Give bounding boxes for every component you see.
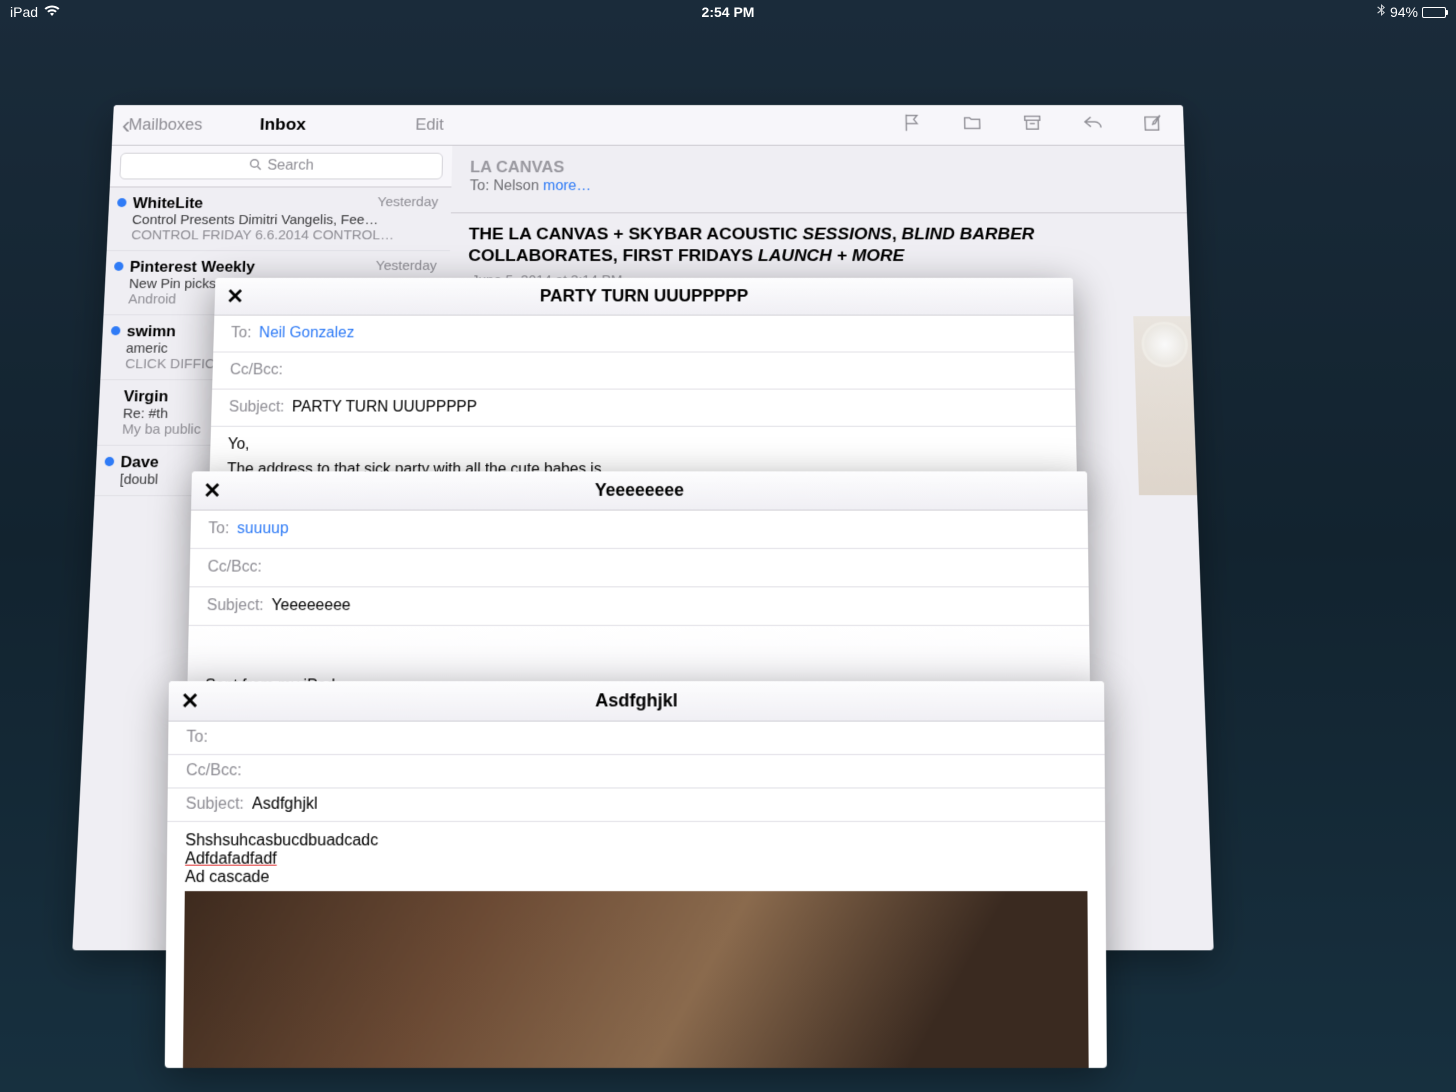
cc-label[interactable]: Cc/Bcc: <box>186 762 242 780</box>
edit-button[interactable]: Edit <box>415 116 444 135</box>
unread-dot-icon <box>117 198 127 207</box>
compose-draft-card[interactable]: ✕ Yeeeeeeee To: suuuup Cc/Bcc: Subject: Ye… <box>187 471 1090 683</box>
close-icon[interactable]: ✕ <box>226 284 244 308</box>
device-label: iPad <box>10 4 38 20</box>
list-item[interactable]: Yesterday WhiteLite Control Presents Dim… <box>107 187 452 251</box>
message-date: Yesterday <box>376 258 437 273</box>
cc-label[interactable]: Cc/Bcc: <box>230 362 283 379</box>
search-icon <box>249 158 262 175</box>
battery-icon <box>1422 7 1446 18</box>
to-label: To: <box>470 179 490 194</box>
back-mailboxes-button[interactable]: ‹ Mailboxes <box>121 113 203 138</box>
folder-icon[interactable] <box>961 113 983 137</box>
clock: 2:54 PM <box>702 4 755 20</box>
message-preview: CONTROL FRIDAY 6.6.2014 CONTROL… <box>131 228 438 243</box>
draft-body[interactable]: Shshsuhcasbucdbuadcadc Adfdafadfadf Ad c… <box>167 822 1106 891</box>
compose-icon[interactable] <box>1141 113 1164 137</box>
unread-dot-icon <box>114 262 124 271</box>
compose-draft-card[interactable]: ✕ PARTY TURN UUUPPPPP To: Neil Gonzalez C… <box>209 278 1077 487</box>
inbox-title: Inbox <box>259 115 306 134</box>
wifi-icon <box>44 4 60 20</box>
to-label: To: <box>231 325 252 342</box>
draft-title: Yeeeeeeee <box>595 480 684 501</box>
attached-image <box>182 891 1089 1068</box>
to-name: Nelson <box>493 179 539 194</box>
email-image-thumbnail <box>1133 316 1197 495</box>
unread-dot-icon <box>105 457 115 466</box>
to-recipient[interactable]: Neil Gonzalez <box>259 325 355 342</box>
to-label: To: <box>208 520 229 538</box>
archive-icon[interactable] <box>1021 113 1043 137</box>
to-recipient[interactable]: suuuup <box>237 520 289 538</box>
close-icon[interactable]: ✕ <box>203 478 222 503</box>
draft-title: Asdfghjkl <box>595 690 678 711</box>
reply-icon[interactable] <box>1081 113 1104 137</box>
message-date: Yesterday <box>377 195 438 210</box>
subject-label: Subject: <box>186 796 244 814</box>
subject-value[interactable]: Yeeeeeeee <box>271 597 350 615</box>
reader-to-line: To: Nelson more… <box>470 179 1168 195</box>
unread-dot-icon <box>111 326 121 335</box>
search-placeholder: Search <box>267 158 314 174</box>
subject-value[interactable]: Asdfghjkl <box>252 796 318 814</box>
search-input[interactable]: Search <box>119 153 443 180</box>
battery-percent: 94% <box>1390 4 1418 20</box>
cc-label[interactable]: Cc/Bcc: <box>207 559 261 577</box>
back-label: Mailboxes <box>128 116 203 135</box>
flag-icon[interactable] <box>901 113 923 137</box>
reader-from: LA CANVAS <box>470 158 1167 177</box>
more-recipients-link[interactable]: more… <box>543 179 591 194</box>
draft-title: PARTY TURN UUUPPPPP <box>540 286 748 306</box>
close-icon[interactable]: ✕ <box>181 688 200 714</box>
subject-value[interactable]: PARTY TURN UUUPPPPP <box>292 399 477 416</box>
subject-label: Subject: <box>229 399 285 416</box>
reader-subject: THE LA CANVAS + SKYBAR ACOUSTIC SESSIONS… <box>450 213 1189 268</box>
misspelled-text: Adfdafadfadf <box>185 850 277 867</box>
status-bar: iPad 2:54 PM 94% <box>0 0 1456 24</box>
bluetooth-icon <box>1377 4 1386 21</box>
reader-toolbar <box>452 105 1184 146</box>
compose-draft-card[interactable]: ✕ Asdfghjkl To: Cc/Bcc: Subject: Asdfghjk… <box>165 681 1107 1068</box>
draft-body[interactable]: Sent from my iPad <box>187 626 1090 684</box>
subject-label: Subject: <box>207 597 264 615</box>
message-subject: Control Presents Dimitri Vangelis, Fee… <box>132 212 438 227</box>
inbox-header: ‹ Mailboxes Inbox Edit <box>112 105 453 146</box>
to-label[interactable]: To: <box>186 729 208 747</box>
